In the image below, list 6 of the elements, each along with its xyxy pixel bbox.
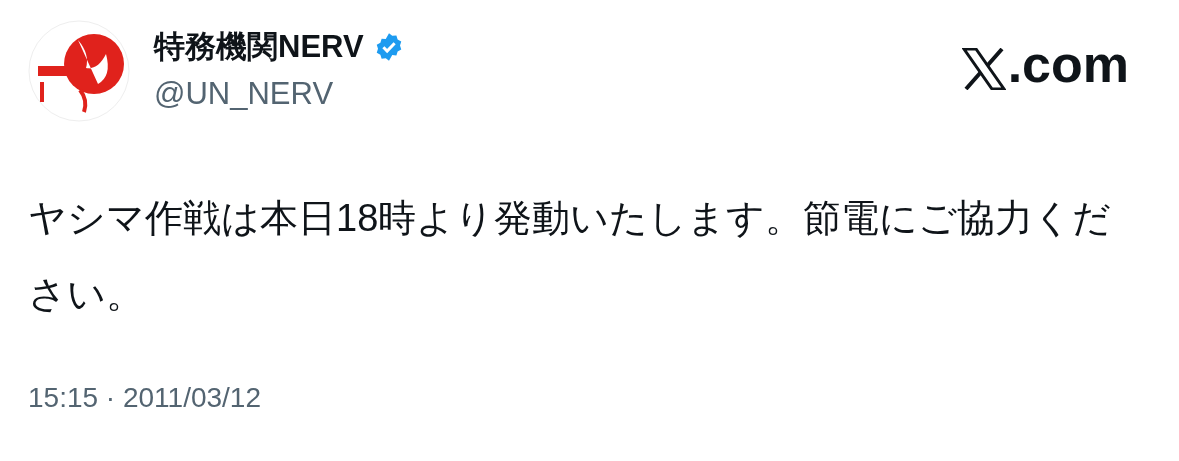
x-logo-icon bbox=[961, 48, 1006, 90]
account-name[interactable]: 特務機関NERV bbox=[154, 26, 364, 68]
site-domain: .com bbox=[1007, 38, 1129, 90]
account-handle[interactable]: @UN_NERV bbox=[154, 76, 404, 112]
post-timestamp[interactable]: 15:15 · 2011/03/12 bbox=[28, 382, 1129, 414]
post-text: ヤシマ作戦は本日18時より発動いたします。節電にご協力ください。 bbox=[28, 196, 1113, 317]
